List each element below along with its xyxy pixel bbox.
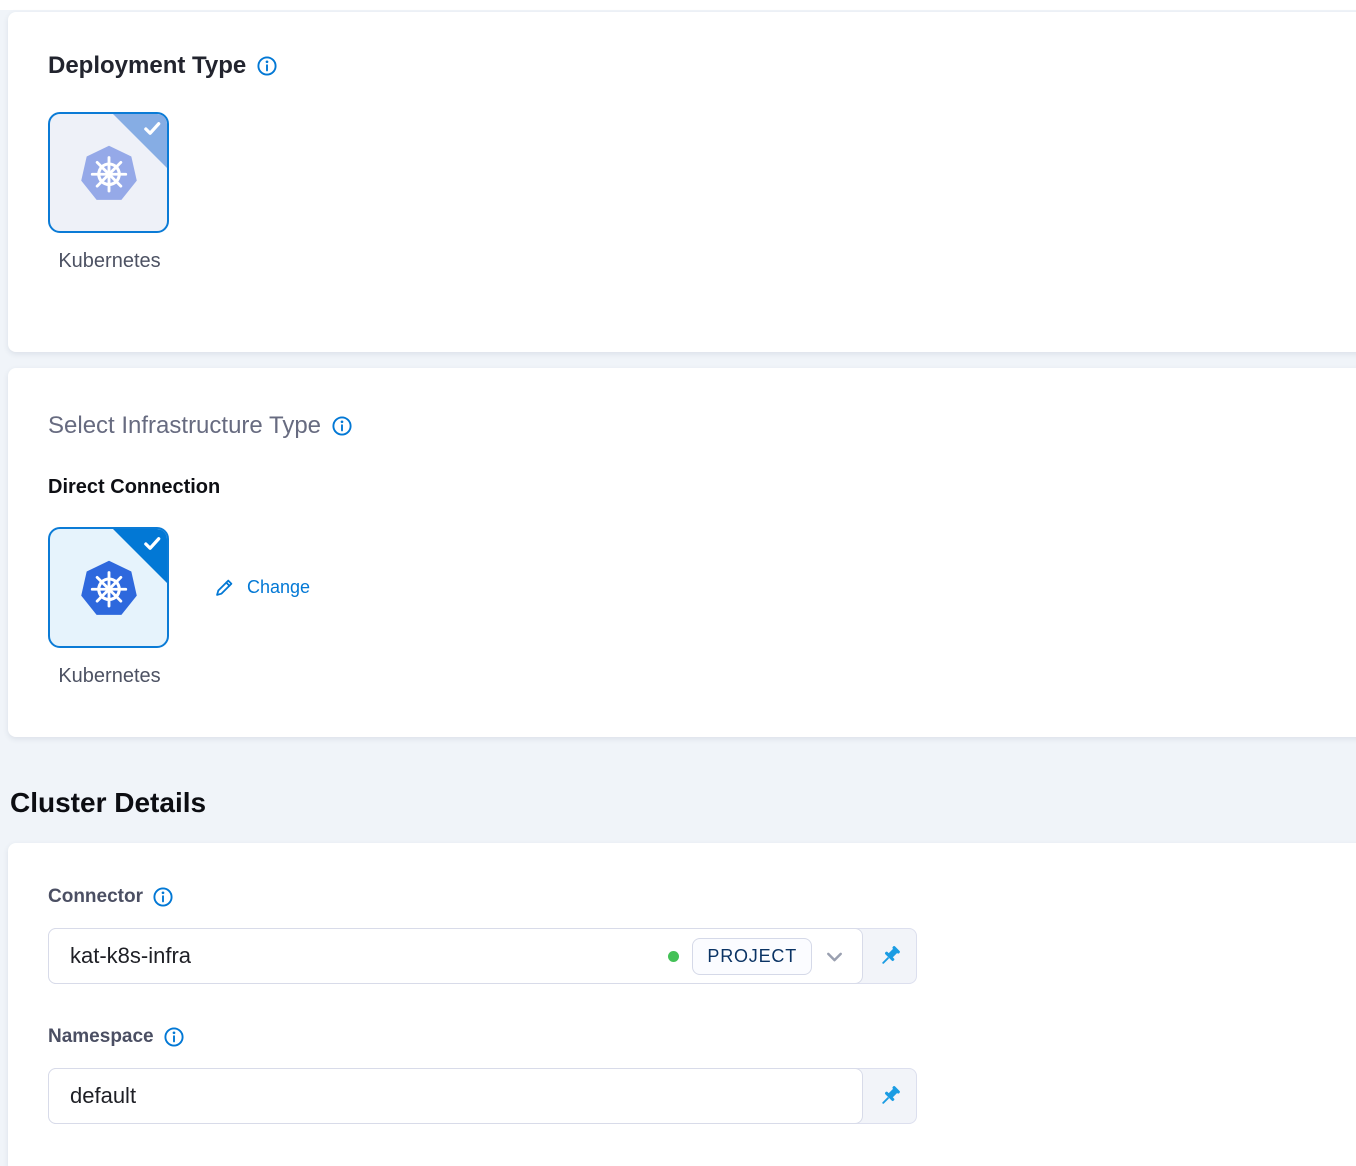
connected-status-dot	[668, 951, 679, 962]
pin-icon[interactable]	[863, 929, 916, 983]
namespace-label: Namespace	[48, 1026, 154, 1048]
connector-field-wrap: kat-k8s-infra PROJECT	[48, 928, 917, 984]
infrastructure-type-title: Select Infrastructure Type	[48, 412, 321, 440]
check-icon	[142, 118, 163, 139]
info-icon[interactable]	[256, 55, 278, 77]
deployment-type-panel: Deployment Type Kubernetes	[8, 12, 1356, 352]
infrastructure-type-panel: Select Infrastructure Type Direct Connec…	[8, 368, 1356, 737]
direct-connection-label: Direct Connection	[48, 476, 1356, 499]
deployment-card-kubernetes[interactable]	[48, 112, 169, 233]
pin-icon[interactable]	[863, 1069, 916, 1123]
info-icon[interactable]	[163, 1026, 185, 1048]
connector-label: Connector	[48, 886, 143, 908]
chevron-down-icon[interactable]	[821, 943, 848, 970]
infrastructure-card-kubernetes[interactable]	[48, 527, 169, 648]
scope-badge: PROJECT	[692, 938, 812, 975]
connector-input[interactable]: kat-k8s-infra PROJECT	[48, 928, 863, 984]
info-icon[interactable]	[331, 415, 353, 437]
change-button[interactable]: Change	[213, 576, 310, 599]
card-label: Kubernetes	[44, 250, 175, 273]
change-label: Change	[247, 577, 310, 598]
namespace-value: default	[70, 1083, 848, 1109]
edit-pencil-icon	[213, 576, 236, 599]
deployment-type-title: Deployment Type	[48, 52, 246, 80]
info-icon[interactable]	[152, 886, 174, 908]
namespace-field-wrap: default	[48, 1068, 917, 1124]
namespace-input[interactable]: default	[48, 1068, 863, 1124]
top-strip	[0, 0, 1356, 10]
check-icon	[142, 533, 163, 554]
cluster-details-panel: Connector kat-k8s-infra PROJECT Namespac…	[8, 843, 1356, 1166]
card-label: Kubernetes	[44, 665, 175, 688]
cluster-details-title: Cluster Details	[10, 787, 1356, 819]
connector-value: kat-k8s-infra	[70, 943, 668, 969]
